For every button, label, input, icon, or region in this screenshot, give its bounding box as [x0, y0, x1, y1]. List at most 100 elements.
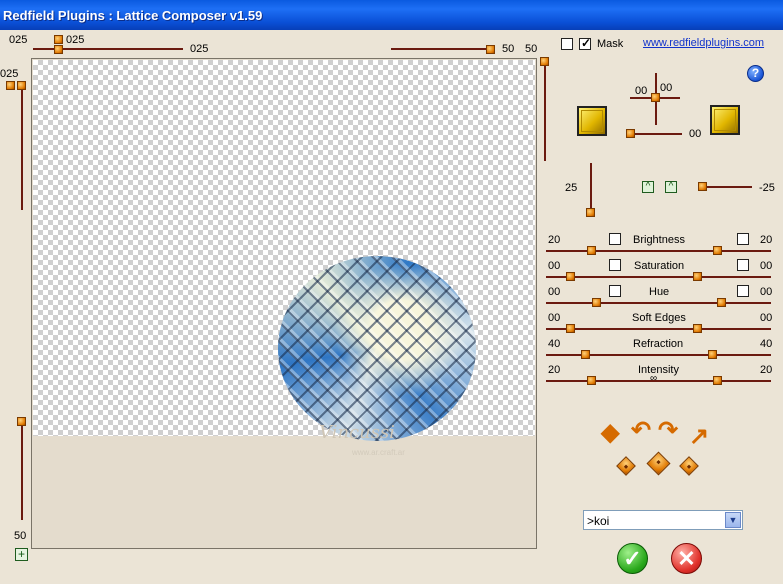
brightness-right-checkbox[interactable] [737, 233, 749, 245]
saturation-right-value: 00 [760, 260, 773, 272]
angle-slider-knob[interactable] [698, 182, 707, 191]
hue-right-knob[interactable] [717, 298, 726, 307]
link-icon[interactable]: ∞ [650, 373, 657, 384]
offset-y-value: 025 [0, 68, 19, 80]
chevron-down-icon[interactable]: ▼ [725, 512, 741, 528]
soft-edges-label: Soft Edges [632, 312, 686, 324]
brightness-slider-track[interactable] [546, 250, 771, 252]
title-bar[interactable]: Redfield Plugins : Lattice Composer v1.5… [0, 0, 783, 30]
offset-knob-value: 025 [66, 34, 85, 46]
offset-x-slider-value: 025 [190, 43, 209, 55]
saturation-left-value: 00 [548, 260, 561, 272]
angle-value: -25 [759, 182, 775, 194]
brightness-label: Brightness [633, 234, 685, 246]
depth-slider-knob[interactable] [586, 208, 595, 217]
random-large-icon[interactable] [646, 451, 671, 476]
offset-y-knob-a[interactable] [6, 81, 15, 90]
saturation-left-knob[interactable] [566, 272, 575, 281]
refraction-left-value: 40 [548, 338, 561, 350]
light-x-value: 00 [635, 85, 648, 97]
brightness-right-knob[interactable] [713, 246, 722, 255]
window-title: Redfield Plugins : Lattice Composer v1.5… [3, 8, 263, 23]
brightness-left-value: 20 [548, 234, 561, 246]
saturation-left-checkbox[interactable] [609, 259, 621, 271]
ok-button[interactable]: ✓ [617, 543, 648, 574]
refraction-right-value: 40 [760, 338, 773, 350]
brightness-left-knob[interactable] [587, 246, 596, 255]
zoom-value: 50 [14, 530, 27, 542]
refraction-slider-track[interactable] [546, 354, 771, 356]
angle-slider-track[interactable] [700, 186, 752, 188]
hue-right-value: 00 [760, 286, 773, 298]
intensity-left-value: 20 [548, 364, 561, 376]
rotate-right-icon[interactable]: ↷ [658, 419, 678, 443]
depth-up2-icon[interactable]: ^ [665, 181, 677, 193]
preview-canvas[interactable] [31, 58, 537, 549]
help-icon[interactable]: ? [747, 65, 764, 82]
scale-slider-knob[interactable] [486, 45, 495, 54]
resize-arrow-icon[interactable]: ↗ [689, 425, 709, 449]
plugin-window: Redfield Plugins : Lattice Composer v1.5… [0, 0, 783, 584]
scale-v-slider-track[interactable] [544, 66, 546, 161]
zoom-slider-knob[interactable] [17, 417, 26, 426]
scale-v-value: 50 [525, 43, 538, 55]
offset-y-slider-track[interactable] [21, 90, 23, 210]
hue-left-knob[interactable] [592, 298, 601, 307]
depth-value: 25 [565, 182, 578, 194]
hue-right-checkbox[interactable] [737, 285, 749, 297]
offset-x-slider-knob[interactable] [54, 45, 63, 54]
intensity-slider-track[interactable] [546, 380, 771, 382]
intensity-label: Intensity [638, 364, 679, 376]
hue-left-value: 00 [548, 286, 561, 298]
lattice-preview-orb [278, 256, 476, 441]
saturation-slider-track[interactable] [546, 276, 771, 278]
mask-label: Mask [597, 38, 624, 50]
intensity-left-knob[interactable] [587, 376, 596, 385]
watermark-subtext: www.ar.craft.ar [352, 448, 405, 457]
brightness-left-checkbox[interactable] [609, 233, 621, 245]
hue-label: Hue [649, 286, 670, 298]
brightness-right-value: 20 [760, 234, 773, 246]
soft-edges-left-value: 00 [548, 312, 561, 324]
depth-up-icon[interactable]: ^ [642, 181, 654, 193]
refraction-left-knob[interactable] [581, 350, 590, 359]
color-swatch-primary[interactable] [577, 106, 607, 136]
light-y-value: 00 [660, 82, 673, 94]
zoom-slider-track[interactable] [21, 420, 23, 520]
add-icon[interactable]: + [15, 548, 28, 561]
scale-slider-track[interactable] [391, 48, 495, 50]
soft-edges-right-value: 00 [760, 312, 773, 324]
intensity-right-value: 20 [760, 364, 773, 376]
refraction-right-knob[interactable] [708, 350, 717, 359]
saturation-right-knob[interactable] [693, 272, 702, 281]
scale-v-knob[interactable] [540, 57, 549, 66]
depth-slider-track[interactable] [590, 163, 592, 213]
mask-checkbox[interactable] [579, 36, 591, 50]
checkbox-unlabeled[interactable] [561, 38, 573, 50]
soft-edges-right-knob[interactable] [693, 324, 702, 333]
offset-x-value: 025 [9, 34, 28, 46]
intensity-right-knob[interactable] [713, 376, 722, 385]
watermark: Vincussi [319, 422, 395, 443]
hue-slider-track[interactable] [546, 302, 771, 304]
random-small-icon[interactable] [616, 456, 636, 476]
light-position-knob[interactable] [651, 93, 660, 102]
refraction-label: Refraction [633, 338, 684, 350]
offset-top-knob[interactable] [54, 35, 63, 44]
cancel-button[interactable]: ✕ [671, 543, 702, 574]
preset-dropdown[interactable]: >koi ▼ [583, 510, 743, 530]
offset-y-knob-b[interactable] [17, 81, 26, 90]
color-swatch-secondary[interactable] [710, 105, 740, 135]
hue-left-checkbox[interactable] [609, 285, 621, 297]
soft-edges-slider-track[interactable] [546, 328, 771, 330]
scale-slider-value: 50 [502, 43, 515, 55]
light-slider-track[interactable] [628, 133, 682, 135]
rotate-left-icon[interactable]: ↶ [631, 419, 651, 443]
redfield-website-link[interactable]: www.redfieldplugins.com [643, 37, 764, 49]
saturation-right-checkbox[interactable] [737, 259, 749, 271]
light-slider-knob[interactable] [626, 129, 635, 138]
soft-edges-left-knob[interactable] [566, 324, 575, 333]
preset-selected: >koi [587, 514, 610, 528]
flip-vertical-icon[interactable]: ◆ [601, 421, 619, 445]
random-small-2-icon[interactable] [679, 456, 699, 476]
